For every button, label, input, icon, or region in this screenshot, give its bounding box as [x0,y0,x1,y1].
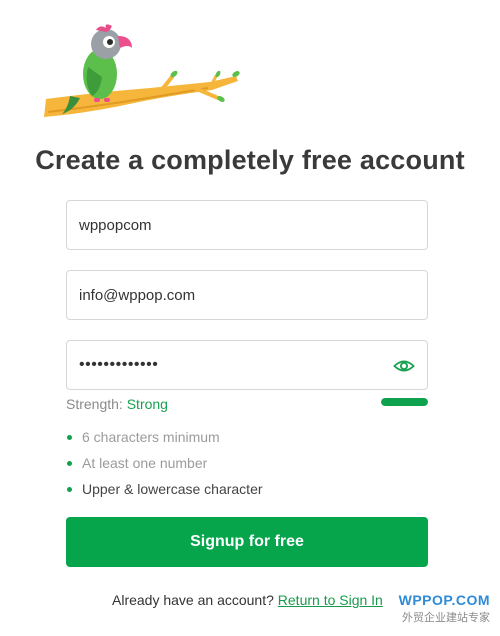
parrot-logo [44,24,240,117]
password-field-wrapper [66,340,428,390]
signin-prompt: Already have an account? Return to Sign … [112,592,383,608]
return-to-signin-link[interactable]: Return to Sign In [278,592,383,608]
username-input[interactable] [67,201,427,249]
page-title: Create a completely free account [35,145,465,175]
strength-meter [381,398,428,406]
strength-label: Strength: [66,396,123,412]
signin-prompt-text: Already have an account? [112,592,274,608]
rule-number: At least one number [66,454,263,480]
strength-value: Strong [126,396,168,412]
strength-meter-fill [381,398,428,406]
password-rules-list: 6 characters minimum At least one number… [66,428,263,506]
username-field-wrapper [66,200,428,250]
email-input[interactable] [67,271,427,319]
password-input[interactable] [67,341,427,389]
rule-min-length: 6 characters minimum [66,428,263,454]
rule-case: Upper & lowercase character [66,480,263,506]
watermark-brand: WPPOP.COM [398,592,490,608]
eye-icon[interactable] [393,356,415,376]
signup-button[interactable]: Signup for free [66,517,428,567]
email-field-wrapper [66,270,428,320]
watermark: WPPOP.COM 外贸企业建站专家 [399,591,490,625]
watermark-subtitle: 外贸企业建站专家 [402,612,490,624]
password-strength: Strength: Strong [66,396,168,412]
